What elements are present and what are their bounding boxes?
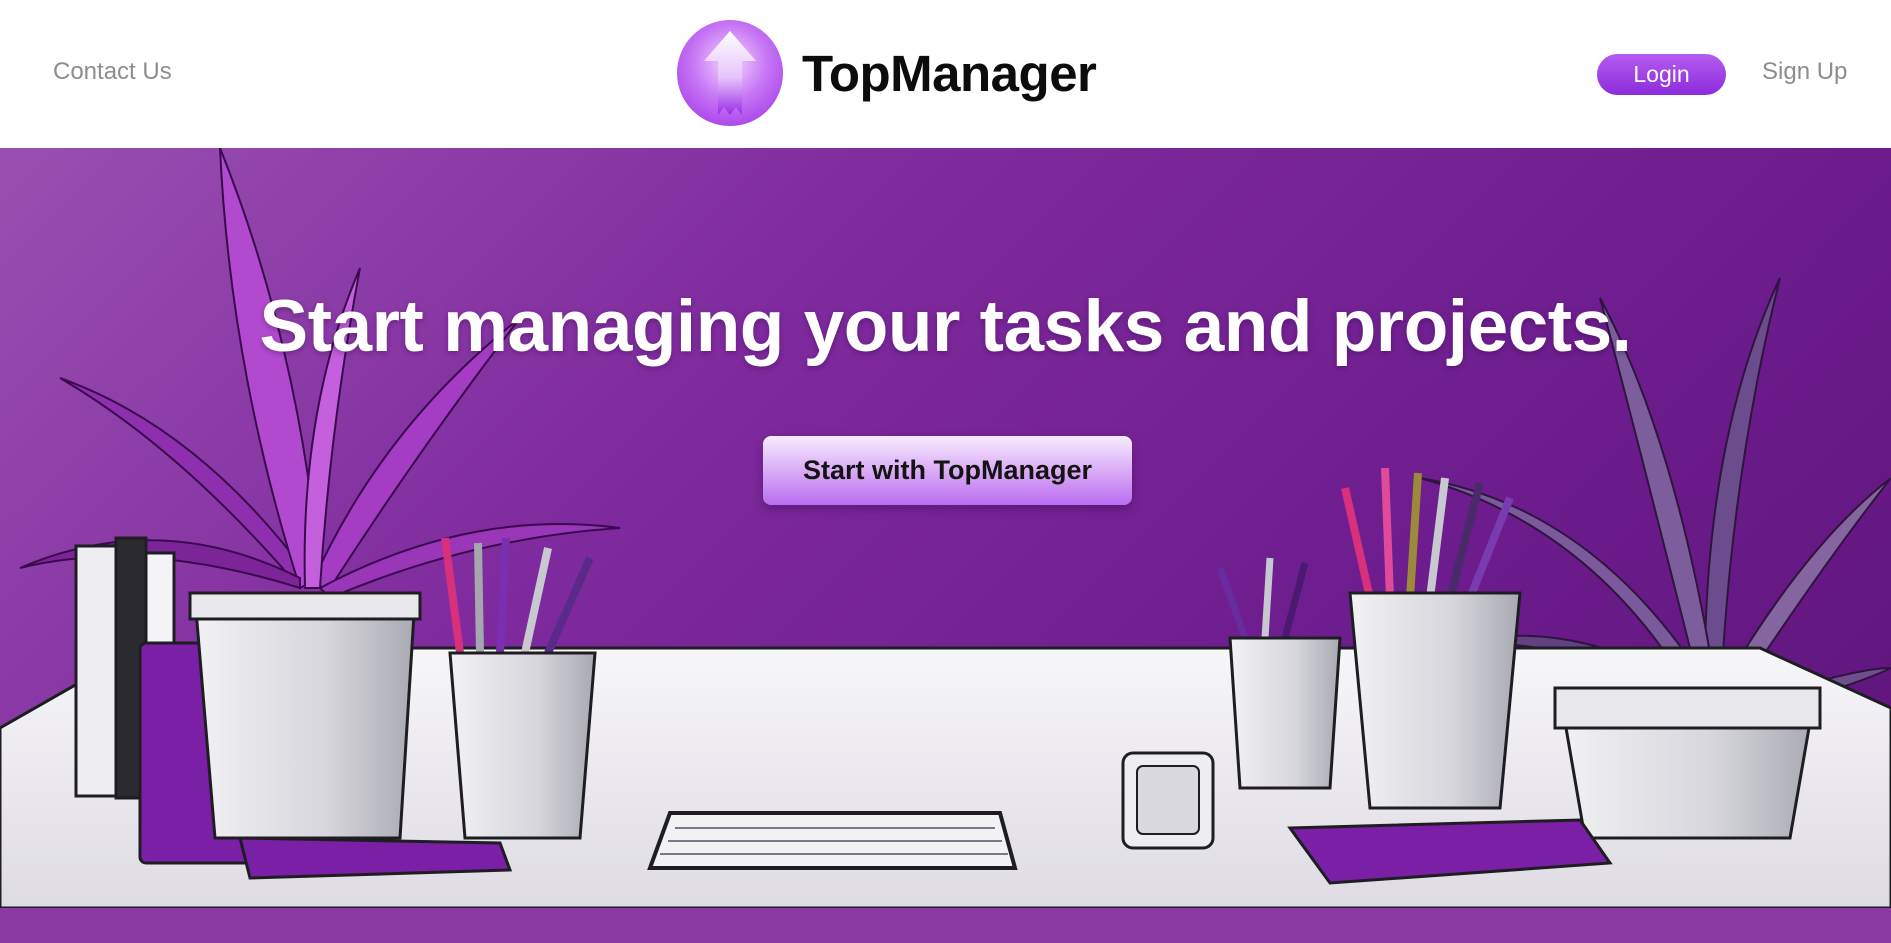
hero-illustration: [0, 148, 1891, 943]
site-header: Contact Us TopManager Login Sign Up: [0, 0, 1891, 148]
brand[interactable]: TopManager: [677, 20, 1097, 126]
hero-section: Start managing your tasks and projects. …: [0, 148, 1891, 943]
brand-name: TopManager: [802, 44, 1097, 102]
contact-us-link[interactable]: Contact Us: [53, 58, 172, 86]
sign-up-link[interactable]: Sign Up: [1762, 58, 1847, 86]
start-with-topmanager-button[interactable]: Start with TopManager: [763, 436, 1132, 505]
login-button[interactable]: Login: [1597, 54, 1726, 95]
hero-headline: Start managing your tasks and projects.: [259, 286, 1632, 367]
upload-arrow-icon: [677, 20, 783, 126]
